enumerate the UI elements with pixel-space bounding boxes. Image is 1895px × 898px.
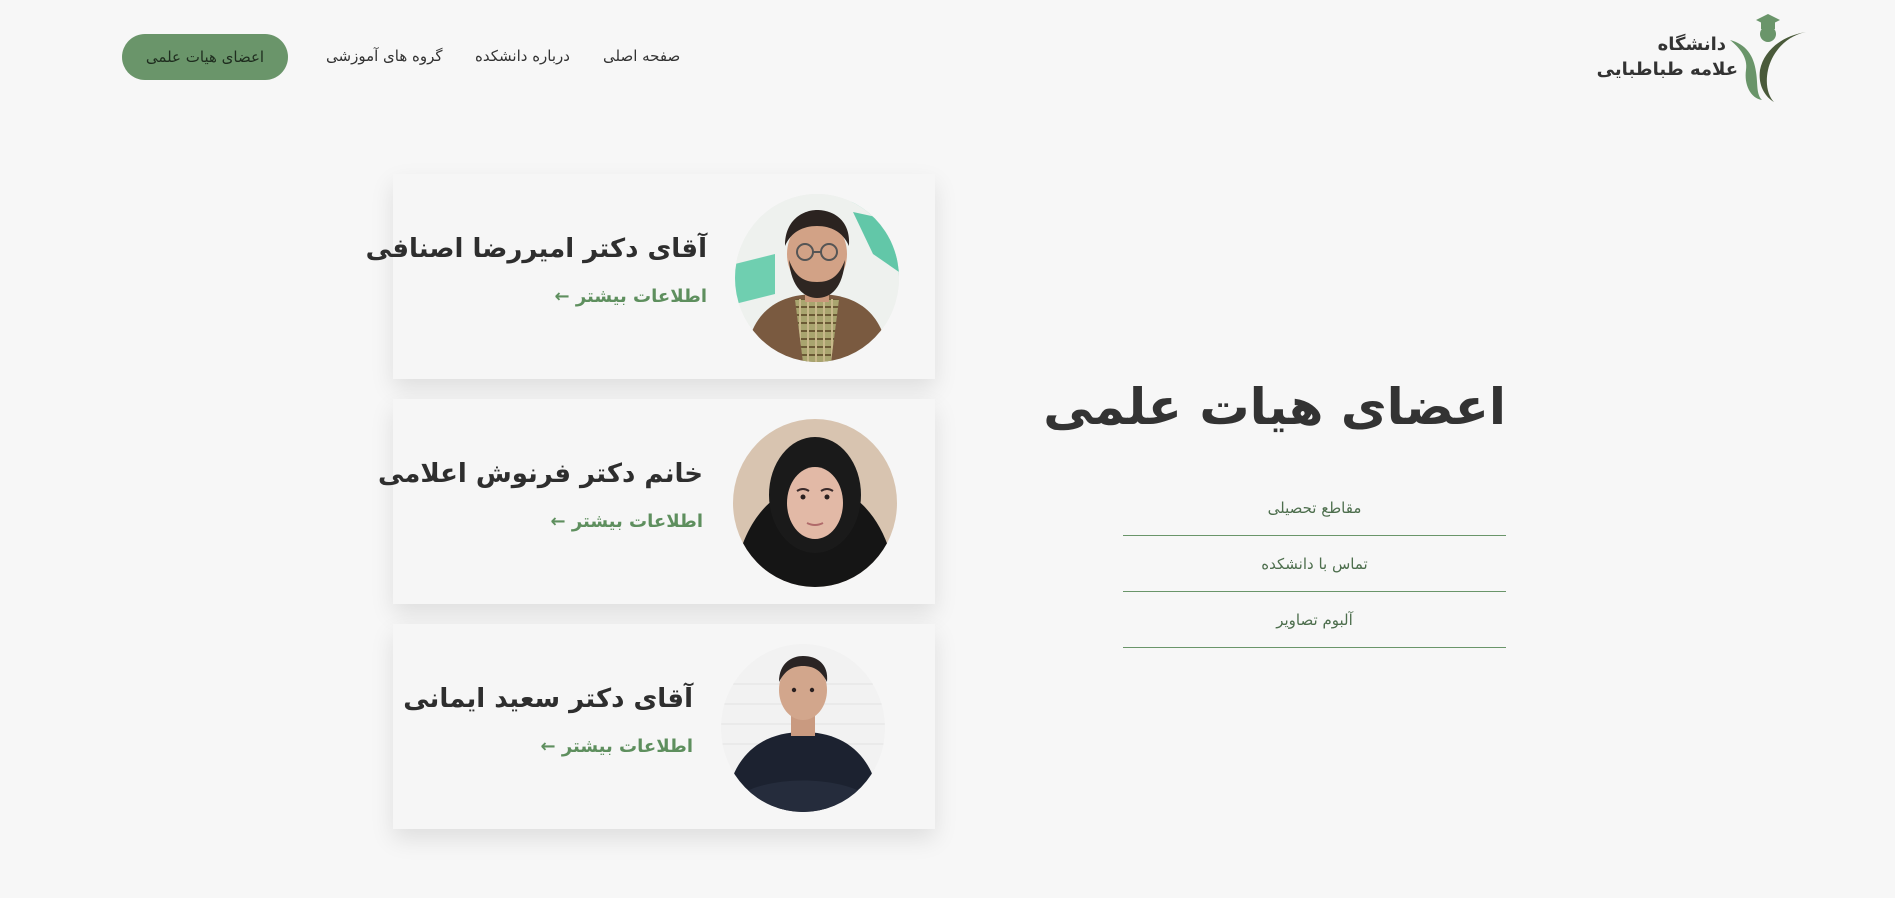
logo-line2: علامه طباطبایی <box>1596 59 1738 80</box>
side-menu: مقاطع تحصیلی تماس با دانشکده آلبوم تصاوی… <box>1123 480 1506 648</box>
university-logo[interactable]: دانشگاه علامه طباطبایی <box>1597 14 1808 102</box>
man-portrait-image <box>721 644 885 812</box>
member-photo <box>733 419 897 587</box>
woman-portrait-image <box>733 419 897 587</box>
more-info-link[interactable]: اطلاعات بیشتر ← <box>554 286 707 307</box>
nav-link-home[interactable]: صفحه اصلی <box>603 47 680 65</box>
nav-link-departments[interactable]: گروه های آموزشی <box>326 47 443 65</box>
member-name: خانم دکتر فرنوش اعلامی <box>377 459 703 489</box>
logo-figure-icon <box>1730 14 1806 102</box>
side-menu-item-gallery[interactable]: آلبوم تصاویر <box>1123 592 1506 648</box>
more-info-link[interactable]: اطلاعات بیشتر ← <box>550 511 703 532</box>
member-photo <box>721 644 885 812</box>
logo-text: دانشگاه علامه طباطبایی <box>1597 32 1738 82</box>
member-card[interactable]: آقای دکتر سعید ایمانی اطلاعات بیشتر ← <box>393 624 935 829</box>
page-title: اعضای هیات علمی <box>1043 378 1506 436</box>
nav-link-about[interactable]: درباره دانشکده <box>475 47 570 65</box>
side-menu-item-degrees[interactable]: مقاطع تحصیلی <box>1123 480 1506 536</box>
nav-faculty-button[interactable]: اعضای هیات علمی <box>122 34 288 80</box>
more-info-link[interactable]: اطلاعات بیشتر ← <box>540 736 693 757</box>
side-menu-item-contact[interactable]: تماس با دانشکده <box>1123 536 1506 592</box>
member-name: آقای دکتر سعید ایمانی <box>403 684 693 714</box>
member-name: آقای دکتر امیررضا اصنافی <box>365 234 707 264</box>
member-card[interactable]: خانم دکتر فرنوش اعلامی اطلاعات بیشتر ← <box>378 399 935 604</box>
logo-line1: دانشگاه <box>1657 34 1726 55</box>
member-card[interactable]: آقای دکتر امیررضا اصنافی اطلاعات بیشتر ← <box>366 174 935 379</box>
man-portrait-image <box>735 194 899 362</box>
member-photo <box>735 194 899 362</box>
